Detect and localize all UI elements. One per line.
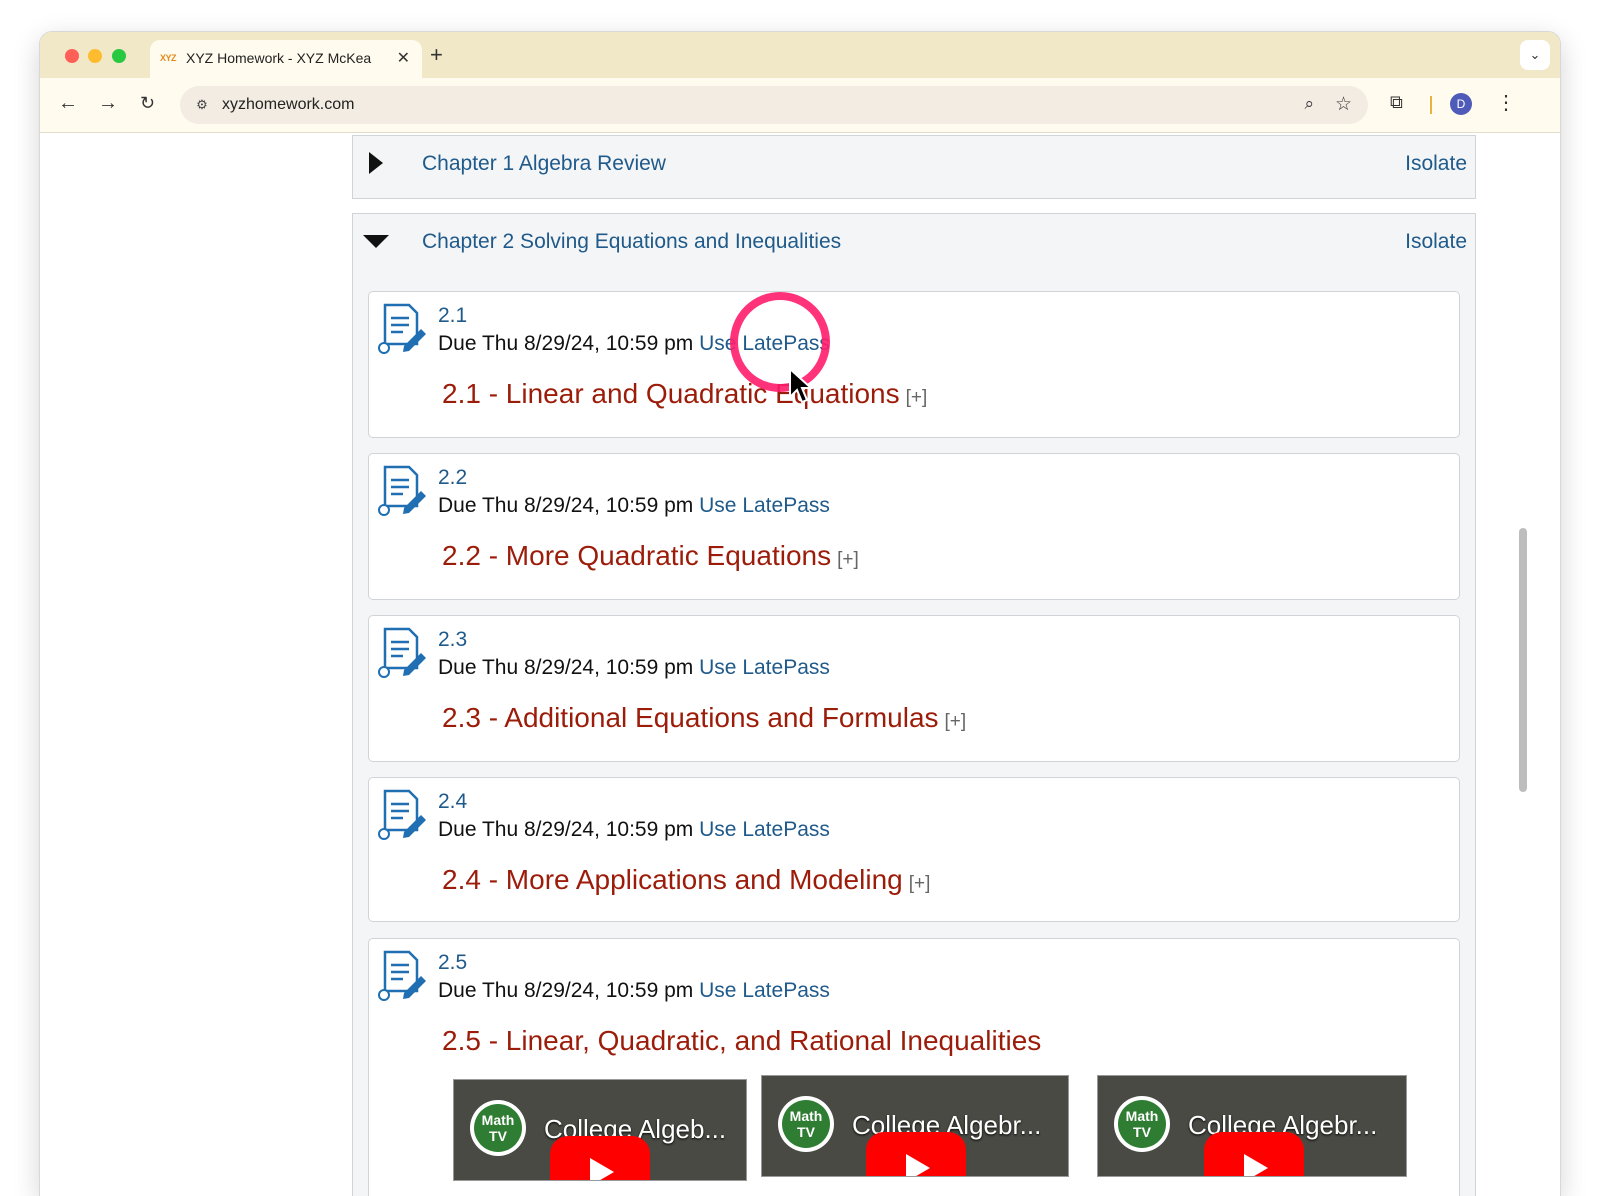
browser-toolbar: ← → ↻ ⚙ xyzhomework.com ⌕ ☆ ⧉ D ⋮ [40,78,1560,133]
assignment-title-link[interactable]: 2.2 - More Quadratic Equations [442,540,831,571]
assignment-title: 2.5 - Linear, Quadratic, and Rational In… [442,1025,1041,1057]
assignment-title-link[interactable]: 2.5 - Linear, Quadratic, and Rational In… [442,1025,1041,1056]
chapter-1-isolate-link[interactable]: Isolate [1405,152,1467,176]
maximize-window-button[interactable] [112,49,126,63]
expand-caret-icon[interactable] [369,152,383,174]
assignment-icon [378,627,426,678]
video-thumbnail-3[interactable]: Math TV College Algebr... [1097,1075,1407,1177]
expand-details-button[interactable]: [+] [906,387,928,408]
assignment-card-2-2: 2.2 Due Thu 8/29/24, 10:59 pm Use LatePa… [368,453,1460,600]
assignment-card-2-4: 2.4 Due Thu 8/29/24, 10:59 pm Use LatePa… [368,777,1460,922]
math-tv-logo: Math TV [470,1100,526,1156]
due-date: Due Thu 8/29/24, 10:59 pm Use LatePass [438,494,830,518]
assignment-icon [378,465,426,516]
page-scrollbar[interactable] [1519,528,1527,792]
new-tab-button[interactable]: + [430,42,443,68]
browser-tab[interactable]: XYZ XYZ Homework - XYZ McKea ✕ [150,40,422,78]
browser-window: XYZ XYZ Homework - XYZ McKea ✕ + ⌄ ← → ↻… [40,32,1560,1196]
zoom-icon[interactable]: ⌕ [1304,94,1314,114]
assignment-title: 2.1 - Linear and Quadratic Equations [+] [442,378,927,410]
extensions-puzzle-icon[interactable]: ⧉ [1390,92,1403,113]
due-date: Due Thu 8/29/24, 10:59 pm Use LatePass [438,656,830,680]
math-tv-logo: Math TV [778,1096,834,1152]
address-bar[interactable]: ⚙ xyzhomework.com ⌕ ☆ [180,86,1368,124]
close-tab-icon[interactable]: ✕ [397,48,410,68]
tab-search-button[interactable]: ⌄ [1520,40,1550,70]
due-date-text: Due Thu 8/29/24, 10:59 pm [438,494,694,517]
math-tv-logo-text: Math TV [1118,1100,1166,1148]
tab-title: XYZ Homework - XYZ McKea [186,50,372,66]
video-thumbnail-2[interactable]: Math TV College Algebr... [761,1075,1069,1177]
play-button-icon[interactable] [1204,1132,1304,1176]
click-indicator [730,292,830,392]
expand-details-button[interactable]: [+] [945,711,967,732]
play-triangle-icon [1244,1154,1268,1176]
assignment-icon [378,303,426,354]
chapter-2-isolate-link[interactable]: Isolate [1405,230,1467,254]
math-tv-logo: Math TV [1114,1096,1170,1152]
math-tv-logo-text: Math TV [474,1104,522,1152]
assignment-number-link[interactable]: 2.3 [438,628,467,652]
bookmark-star-icon[interactable]: ☆ [1335,93,1352,116]
use-latepass-link[interactable]: Use LatePass [699,979,830,1002]
due-date: Due Thu 8/29/24, 10:59 pm Use LatePass [438,979,830,1003]
back-arrow-icon[interactable]: ← [58,92,78,115]
close-window-button[interactable] [65,49,79,63]
profile-avatar[interactable]: D [1450,93,1472,115]
toolbar-divider [1430,96,1432,114]
more-menu-icon[interactable]: ⋮ [1496,90,1516,115]
use-latepass-link[interactable]: Use LatePass [699,818,830,841]
assignment-card-2-3: 2.3 Due Thu 8/29/24, 10:59 pm Use LatePa… [368,615,1460,762]
assignment-title: 2.2 - More Quadratic Equations [+] [442,540,859,572]
reload-icon[interactable]: ↻ [140,93,155,114]
expand-details-button[interactable]: [+] [909,873,931,894]
math-tv-logo-text: Math TV [782,1100,830,1148]
page-content: Chapter 1 Algebra Review Isolate Chapter… [40,132,1560,1196]
forward-arrow-icon[interactable]: → [98,92,118,115]
assignment-title-link[interactable]: 2.1 - Linear and Quadratic Equations [442,378,900,409]
use-latepass-link[interactable]: Use LatePass [699,656,830,679]
assignment-title: 2.3 - Additional Equations and Formulas [… [442,702,966,734]
assignment-number-link[interactable]: 2.5 [438,951,467,975]
chapter-1-title[interactable]: Chapter 1 Algebra Review [422,152,666,176]
chapter-2-header[interactable]: Chapter 2 Solving Equations and Inequali… [353,214,1475,274]
assignment-card-2-1: 2.1 Due Thu 8/29/24, 10:59 pm Use LatePa… [368,291,1460,438]
assignment-icon [378,950,426,1001]
use-latepass-link[interactable]: Use LatePass [699,494,830,517]
expand-details-button[interactable]: [+] [837,549,859,570]
assignment-title-link[interactable]: 2.3 - Additional Equations and Formulas [442,702,939,733]
due-date: Due Thu 8/29/24, 10:59 pm Use LatePass [438,818,830,842]
chapter-1-header[interactable]: Chapter 1 Algebra Review Isolate [353,136,1475,196]
play-triangle-icon [590,1158,614,1180]
favicon-icon: XYZ [160,53,177,63]
play-triangle-icon [906,1154,930,1176]
assignment-title-link[interactable]: 2.4 - More Applications and Modeling [442,864,903,895]
play-button-icon[interactable] [866,1132,966,1176]
assignment-number-link[interactable]: 2.2 [438,466,467,490]
play-button-icon[interactable] [550,1136,650,1180]
site-settings-icon[interactable]: ⚙ [190,93,214,117]
url-text[interactable]: xyzhomework.com [222,96,354,114]
assignment-title: 2.4 - More Applications and Modeling [+] [442,864,930,896]
assignment-card-2-5: 2.5 Due Thu 8/29/24, 10:59 pm Use LatePa… [368,938,1460,1196]
mouse-cursor-icon [789,367,814,404]
assignment-number-link[interactable]: 2.1 [438,304,467,328]
minimize-window-button[interactable] [88,49,102,63]
due-date-text: Due Thu 8/29/24, 10:59 pm [438,656,694,679]
chapter-2-title[interactable]: Chapter 2 Solving Equations and Inequali… [422,230,841,254]
video-thumbnail-1[interactable]: Math TV College Algeb... [453,1079,747,1181]
collapse-caret-icon[interactable] [363,235,389,248]
due-date-text: Due Thu 8/29/24, 10:59 pm [438,818,694,841]
assignment-icon [378,789,426,840]
chapter-1-block: Chapter 1 Algebra Review Isolate [352,135,1476,199]
tab-bar: XYZ XYZ Homework - XYZ McKea ✕ + ⌄ [40,32,1560,78]
due-date-text: Due Thu 8/29/24, 10:59 pm [438,979,694,1002]
assignment-number-link[interactable]: 2.4 [438,790,467,814]
due-date-text: Due Thu 8/29/24, 10:59 pm [438,332,694,355]
